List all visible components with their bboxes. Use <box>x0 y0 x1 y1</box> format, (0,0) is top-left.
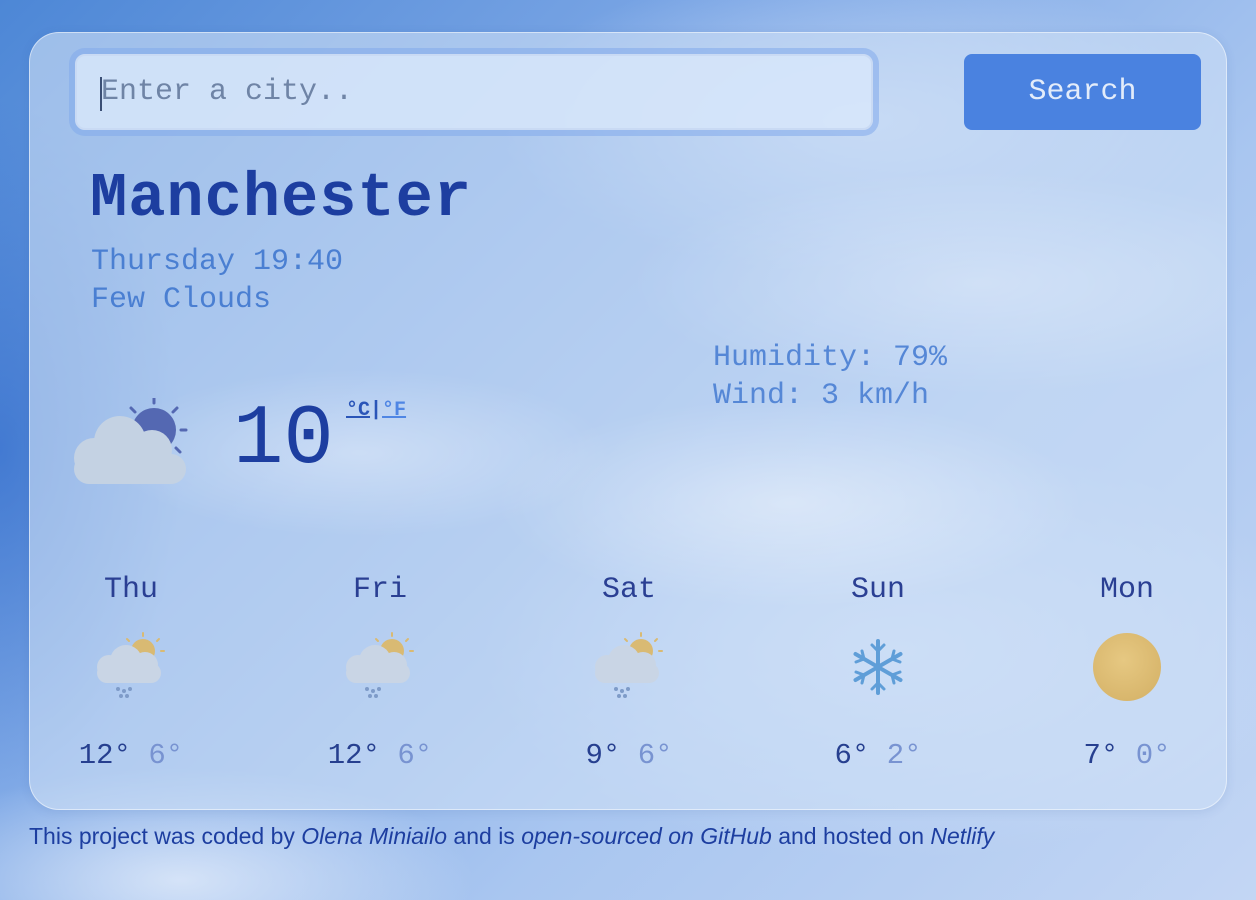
search-input[interactable] <box>75 54 873 130</box>
forecast-temps: 6° 2° <box>778 739 978 772</box>
footer-text: and is <box>447 823 522 849</box>
forecast-day: Fri 12° 6° <box>280 573 480 772</box>
search-button[interactable]: Search <box>964 54 1201 130</box>
netlify-link[interactable]: Netlify <box>930 823 994 849</box>
cloud-sun-icon <box>74 398 188 484</box>
current-datetime: Thursday 19:40 <box>91 245 344 279</box>
github-link[interactable]: open-sourced on GitHub <box>521 823 772 849</box>
forecast-day-name: Thu <box>103 573 158 607</box>
author-link[interactable]: Olena Miniailo <box>301 823 447 849</box>
forecast-min: 6° <box>637 739 673 772</box>
forecast-temps: 12° 6° <box>31 739 231 772</box>
wind-value: Wind: 3 km/h <box>713 379 930 413</box>
city-name: Manchester <box>90 163 473 234</box>
forecast-day-name: Sun <box>850 573 905 607</box>
forecast-max: 9° <box>585 739 621 772</box>
forecast-max: 12° <box>78 739 131 772</box>
forecast-day: Thu 12° 6° <box>31 573 231 772</box>
forecast-temps: 12° 6° <box>280 739 480 772</box>
weather-description: Few Clouds <box>91 283 272 317</box>
fahrenheit-link[interactable]: °F <box>382 399 406 422</box>
forecast-day-name: Fri <box>352 573 407 607</box>
forecast-max: 7° <box>1083 739 1119 772</box>
rain-sun-icon <box>97 632 165 698</box>
text-cursor <box>100 77 102 111</box>
footer: This project was coded by Olena Miniailo… <box>29 823 994 850</box>
forecast-min: 6° <box>397 739 433 772</box>
unit-separator: | <box>370 399 383 422</box>
weather-card: Search Manchester Thursday 19:40 Few Clo… <box>29 32 1227 810</box>
celsius-link[interactable]: °C <box>346 399 370 422</box>
footer-text: This project was coded by <box>29 823 302 849</box>
current-temperature: 10 <box>233 393 334 488</box>
forecast-max: 12° <box>327 739 380 772</box>
snowflake-icon <box>853 639 903 695</box>
forecast-min: 0° <box>1135 739 1171 772</box>
forecast-min: 6° <box>148 739 184 772</box>
forecast-day: Sat 9° 6° <box>529 573 729 772</box>
unit-toggle: °C|°F <box>346 399 406 422</box>
forecast-day: Mon 7° 0° <box>1027 573 1226 772</box>
sun-icon <box>1093 633 1161 701</box>
forecast-temps: 7° 0° <box>1027 739 1226 772</box>
forecast-min: 2° <box>886 739 922 772</box>
humidity-value: Humidity: 79% <box>713 341 948 375</box>
forecast-day-name: Mon <box>1099 573 1154 607</box>
forecast-max: 6° <box>834 739 870 772</box>
rain-sun-icon <box>346 632 414 698</box>
forecast-temps: 9° 6° <box>529 739 729 772</box>
forecast-day: Sun 6° 2° <box>778 573 978 772</box>
footer-text: and hosted on <box>771 823 931 849</box>
forecast-day-name: Sat <box>601 573 656 607</box>
rain-sun-icon <box>595 632 663 698</box>
